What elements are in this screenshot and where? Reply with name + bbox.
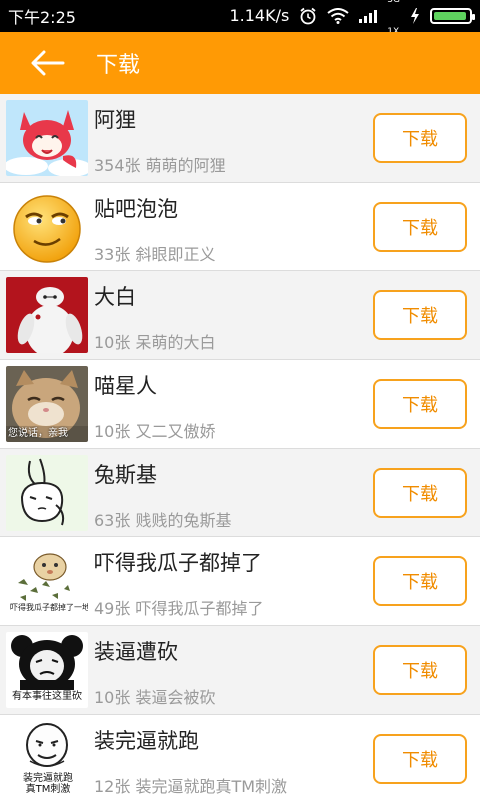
list-item[interactable]: 吓得我瓜子都掉了一地 吓得我瓜子都掉了 49张 吓得我瓜子都掉了 下载 <box>0 537 480 627</box>
pack-name: 兔斯基 <box>94 462 157 487</box>
signal-icon <box>359 9 378 23</box>
pack-description: 49张 吓得我瓜子都掉了 <box>94 599 264 619</box>
title-bar: 下载 <box>0 32 480 94</box>
list-item[interactable]: 装完逼就跑真TM刺激 装完逼就跑 12张 装完逼就跑真TM刺激 下载 <box>0 714 480 800</box>
sticker-pack-list: 阿狸 354张 萌萌的阿狸 下载 贴吧泡泡 33张 斜眼即正义 下载 大白 10… <box>0 94 480 800</box>
panda-meme-thumbnail: 有本事往这里砍 <box>6 632 88 709</box>
download-button[interactable]: 下载 <box>373 556 467 607</box>
cat-thumbnail: 您说话，亲我 <box>6 366 88 443</box>
back-arrow-icon <box>31 50 65 76</box>
network-speed: 1.14K/s <box>229 6 290 25</box>
pack-description: 10张 呆萌的大白 <box>94 333 216 353</box>
pack-description: 10张 装逼会被砍 <box>94 688 216 708</box>
wifi-icon <box>327 8 349 24</box>
pack-name: 喵星人 <box>94 374 157 399</box>
pack-description: 10张 又二又傲娇 <box>94 422 216 442</box>
thumbnail-caption: 吓得我瓜子都掉了一地 <box>10 603 88 613</box>
pack-name: 装逼遭砍 <box>94 640 178 665</box>
list-item[interactable]: 大白 10张 呆萌的大白 下载 <box>0 271 480 361</box>
download-button[interactable]: 下载 <box>373 645 467 696</box>
pack-name: 阿狸 <box>94 108 136 132</box>
download-button[interactable]: 下载 <box>373 379 467 430</box>
pack-name: 装完逼就跑 <box>94 728 199 753</box>
list-item[interactable]: 贴吧泡泡 33张 斜眼即正义 下载 <box>0 182 480 272</box>
download-button[interactable]: 下载 <box>373 733 467 784</box>
thumbnail-caption: 有本事往这里砍 <box>12 691 82 703</box>
download-button[interactable]: 下载 <box>373 201 467 252</box>
ali-fox-thumbnail <box>6 100 88 176</box>
charging-icon <box>411 8 419 24</box>
page-title: 下载 <box>96 53 141 78</box>
list-item[interactable]: 有本事往这里砍 装逼遭砍 10张 装逼会被砍 下载 <box>0 626 480 715</box>
pack-name: 贴吧泡泡 <box>94 196 178 221</box>
pack-description: 354张 萌萌的阿狸 <box>94 156 226 175</box>
pack-description: 33张 斜眼即正义 <box>94 244 216 264</box>
thumbnail-caption: 装完逼就跑真TM刺激 <box>23 772 73 795</box>
list-item[interactable]: 您说话，亲我 喵星人 10张 又二又傲娇 下载 <box>0 360 480 449</box>
pack-description: 12张 装完逼就跑真TM刺激 <box>94 776 288 796</box>
status-time: 下午2:25 <box>8 8 76 27</box>
baymax-thumbnail <box>6 277 88 354</box>
download-button[interactable]: 下载 <box>373 113 467 163</box>
back-button[interactable] <box>0 32 96 94</box>
pack-name: 吓得我瓜子都掉了 <box>94 551 262 576</box>
download-button[interactable]: 下载 <box>373 467 467 518</box>
pack-description: 63张 贱贱的兔斯基 <box>94 510 232 530</box>
alarm-icon <box>300 7 316 25</box>
battery-icon <box>430 8 475 24</box>
list-item[interactable]: 兔斯基 63张 贱贱的兔斯基 下载 <box>0 448 480 538</box>
tuzki-thumbnail <box>6 454 88 531</box>
hamster-thumbnail: 吓得我瓜子都掉了一地 <box>6 543 88 620</box>
download-button[interactable]: 下载 <box>373 290 467 341</box>
status-bar: 下午2:25 1.14K/s 3G 1X <box>0 0 480 37</box>
bald-meme-thumbnail: 装完逼就跑真TM刺激 <box>6 720 88 797</box>
thumbnail-caption: 您说话，亲我 <box>8 428 68 440</box>
tieba-bubble-thumbnail <box>6 188 88 265</box>
list-item[interactable]: 阿狸 354张 萌萌的阿狸 下载 <box>0 94 480 183</box>
pack-name: 大白 <box>94 285 136 310</box>
network-type-top: 3G <box>387 0 400 5</box>
battery-level <box>434 12 467 20</box>
